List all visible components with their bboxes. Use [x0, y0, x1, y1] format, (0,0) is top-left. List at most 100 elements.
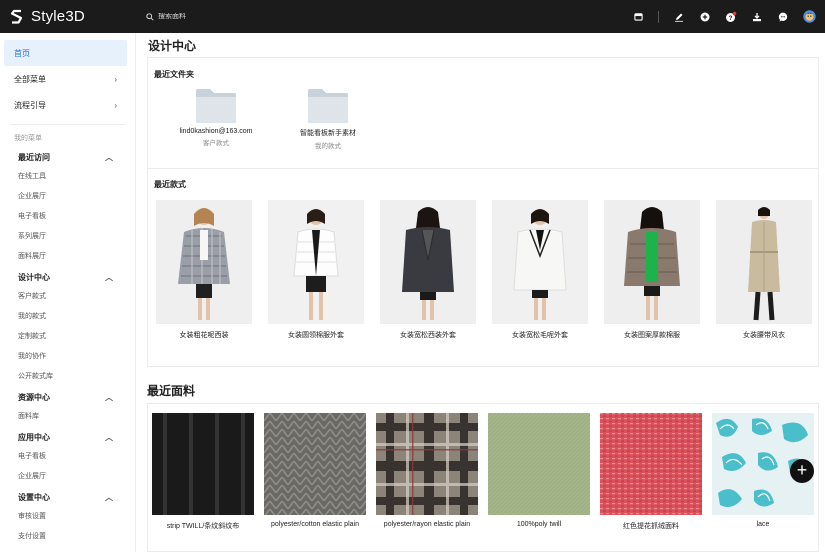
chevron-up-icon: ︿ [105, 152, 113, 162]
download-icon [753, 12, 761, 21]
section-title: 最近面料 [147, 384, 196, 398]
main-content: 设计中心 最近文件夹 lind0kashion@163.com 客户款式 智能看… [136, 33, 825, 552]
help-button[interactable]: ? [721, 7, 741, 27]
my-menu-label: 我的菜单 [14, 135, 42, 142]
sidebar-item-custom-styles[interactable]: 定制款式 [0, 327, 135, 347]
style-card[interactable]: 女装圆领棉服外套 [268, 200, 364, 340]
toolbar-divider [658, 10, 659, 23]
fabric-thumbnail [488, 413, 590, 515]
sidebar-item-process-guide[interactable]: 流程引导 › [4, 92, 127, 118]
sidebar-item-e-board[interactable]: 电子看板 [0, 447, 135, 467]
page-title: 设计中心 [148, 39, 197, 53]
sidebar-item-customer-styles[interactable]: 客户款式 [0, 287, 135, 307]
style-thumbnail [604, 200, 700, 324]
sidebar-item-fabric-library[interactable]: 面料库 [0, 407, 135, 427]
style-name: 女装腰带风衣 [743, 332, 785, 339]
logo-text: Style3D [31, 8, 85, 25]
sidebar-item-e-board[interactable]: 电子看板 [0, 207, 135, 227]
folder-icon [308, 89, 348, 123]
chevron-up-icon: ︿ [105, 492, 113, 502]
chevron-up-icon: ︿ [105, 392, 113, 402]
style-card[interactable]: 女装腰带风衣 [716, 200, 812, 340]
sidebar-group-label: 资源中心 [18, 392, 50, 402]
fabric-name: polyester/cotton elastic plain [271, 521, 359, 528]
sidebar-item-home[interactable]: 首页 [4, 40, 127, 66]
style-card[interactable]: 女装粗花呢西装 [156, 200, 252, 340]
floating-add-button[interactable]: + [790, 459, 814, 483]
sidebar-item-enterprise-hall[interactable]: 企业展厅 [0, 187, 135, 207]
fabric-thumbnail [152, 413, 254, 515]
folder-name: 智能看板新手素材 [300, 130, 356, 137]
style-card[interactable]: 女装宽松毛呢外套 [492, 200, 588, 340]
calendar-icon [633, 13, 643, 21]
sidebar-item-enterprise-hall[interactable]: 企业展厅 [0, 467, 135, 487]
recent-styles-card: 最近款式 女装粗花呢西装 女装圆领棉服外套 女装宽松西装外套 女装宽松毛呢外套 … [147, 169, 819, 367]
style-card[interactable]: 女装图案厚款棉服 [604, 200, 700, 340]
chevron-up-icon: ︿ [105, 432, 113, 442]
style3d-logo-icon [10, 9, 23, 24]
style-thumbnail [156, 200, 252, 324]
style-name: 女装圆领棉服外套 [288, 332, 344, 339]
top-toolbar: ? [622, 0, 825, 33]
style-thumbnail [268, 200, 364, 324]
fabric-name: strip TWILL/条纹斜纹布 [166, 523, 240, 530]
sidebar-item-label: 流程引导 [14, 100, 46, 110]
search-icon [146, 12, 154, 21]
folder-name: lind0kashion@163.com [179, 128, 253, 135]
sidebar-item-payment-settings[interactable]: 支付设置 [0, 527, 135, 547]
style-name: 女装粗花呢西装 [179, 332, 229, 339]
search-input[interactable] [158, 13, 278, 20]
fabric-name: 红色提花抓绒面料 [623, 523, 679, 530]
chevron-up-icon: ︿ [105, 272, 113, 282]
fabric-name: polyester/rayon elastic plain [383, 521, 471, 528]
avatar-icon [802, 10, 816, 23]
style-name: 女装宽松西装外套 [400, 332, 456, 339]
svg-text:?: ? [729, 15, 733, 22]
sidebar-item-all-menu[interactable]: 全部菜单 › [4, 66, 127, 92]
user-avatar[interactable] [799, 7, 819, 27]
section-title: 最近款式 [154, 180, 186, 189]
sidebar-group-label: 设置中心 [18, 492, 50, 502]
folder-item[interactable]: 智能看板新手素材 我的款式 [278, 88, 378, 150]
add-button[interactable] [695, 7, 715, 27]
sidebar-item-my-collab[interactable]: 我的协作 [0, 347, 135, 367]
fabric-name: lace [756, 521, 770, 528]
fabric-card[interactable]: 红色提花抓绒面料 [600, 413, 702, 531]
sidebar-item-public-styles[interactable]: 公开款式库 [0, 367, 135, 387]
sidebar-group-recent[interactable]: 最近访问 ︿ [0, 147, 135, 167]
sidebar-item-series-hall[interactable]: 系列展厅 [0, 227, 135, 247]
chevron-right-icon: › [114, 100, 117, 110]
recent-fabrics-card: strip TWILL/条纹斜纹布 polyester/cotton elast… [147, 403, 819, 552]
chat-icon [778, 12, 788, 21]
style-name: 女装宽松毛呢外套 [512, 332, 568, 339]
sidebar-item-online-tools[interactable]: 在线工具 [0, 167, 135, 187]
logo[interactable]: Style3D [9, 8, 144, 25]
sidebar-group-apps[interactable]: 应用中心 ︿ [0, 427, 135, 447]
fabric-card[interactable]: polyester/rayon elastic plain [376, 413, 478, 528]
style-thumbnail [492, 200, 588, 324]
fabric-name: 100%poly twill [516, 521, 562, 528]
sidebar-group-design[interactable]: 设计中心 ︿ [0, 267, 135, 287]
download-button[interactable] [747, 7, 767, 27]
sidebar-group-settings[interactable]: 设置中心 ︿ [0, 487, 135, 507]
folder-category: 我的款式 [315, 143, 341, 150]
calendar-button[interactable] [628, 7, 648, 27]
sidebar-item-fabric-hall[interactable]: 面料展厅 [0, 247, 135, 267]
edit-button[interactable] [669, 7, 689, 27]
sidebar-group-resources[interactable]: 资源中心 ︿ [0, 387, 135, 407]
sidebar-item-my-styles[interactable]: 我的款式 [0, 307, 135, 327]
help-icon: ? [726, 11, 737, 22]
sidebar-item-label: 首页 [14, 48, 30, 58]
style-card[interactable]: 女装宽松西装外套 [380, 200, 476, 340]
fabric-thumbnail [600, 413, 702, 515]
style-thumbnail [716, 200, 812, 324]
fabric-card[interactable]: strip TWILL/条纹斜纹布 [152, 413, 254, 531]
fabric-card[interactable]: polyester/cotton elastic plain [264, 413, 366, 528]
message-button[interactable] [773, 7, 793, 27]
recent-folders-card: 最近文件夹 lind0kashion@163.com 客户款式 智能看板新手素材… [147, 57, 819, 169]
fabric-thumbnail [376, 413, 478, 515]
folder-item[interactable]: lind0kashion@163.com 客户款式 [166, 88, 266, 147]
search-bar[interactable] [146, 12, 278, 21]
sidebar-item-review-settings[interactable]: 审核设置 [0, 507, 135, 527]
fabric-card[interactable]: 100%poly twill [488, 413, 590, 528]
